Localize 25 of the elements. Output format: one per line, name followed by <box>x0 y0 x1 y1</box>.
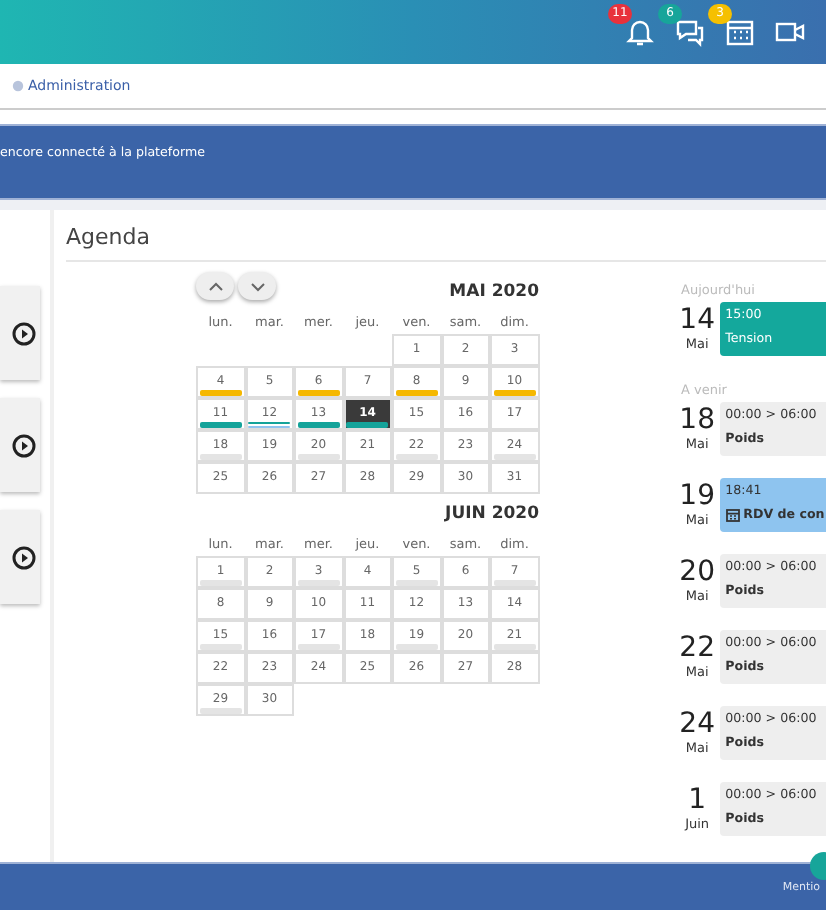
calendar-icon[interactable] <box>724 16 756 48</box>
bell-icon[interactable] <box>624 16 656 48</box>
day-number: 24 <box>679 710 715 740</box>
day-number: 1 <box>688 786 707 816</box>
sidebar-card[interactable] <box>0 510 40 604</box>
month-title: MAI 2020 <box>449 282 539 302</box>
day-number: 18 <box>679 406 715 436</box>
chevron-up-icon <box>207 281 223 291</box>
next-button[interactable] <box>238 272 276 300</box>
chevron-down-icon <box>249 281 265 291</box>
day-number: 19 <box>679 482 715 512</box>
day-number: 20 <box>679 558 715 588</box>
sidebar-card[interactable] <box>0 286 40 380</box>
play-icon <box>12 433 36 457</box>
sidebar-card[interactable] <box>0 398 40 492</box>
calendar-icon <box>725 508 740 522</box>
month-title: JUIN 2020 <box>445 504 539 524</box>
day-number: 22 <box>679 634 715 664</box>
chat-icon[interactable] <box>674 16 706 48</box>
section-title: Agenda <box>66 210 826 262</box>
play-icon <box>12 321 36 345</box>
previous-button[interactable] <box>196 272 234 300</box>
circle-icon <box>12 80 24 92</box>
day-number: 14 <box>679 306 715 336</box>
play-icon <box>12 545 36 569</box>
